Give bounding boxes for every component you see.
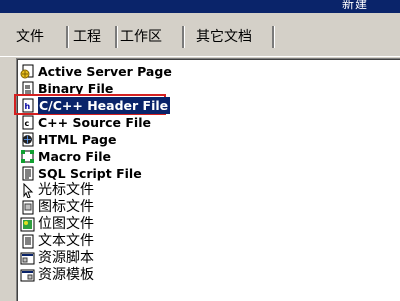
icon-file-icon [22,200,34,215]
list-item-label: Macro File [38,149,111,164]
list-item-label: 位图文件 [38,216,94,232]
list-item-label: 文本文件 [38,233,94,249]
cursor-file-icon [23,183,34,198]
list-item-label: 资源脚本 [38,250,94,266]
bitmap-file-icon [20,217,35,232]
tab-workspaces[interactable]: 工作区 [120,26,184,48]
list-item-label: 图标文件 [38,199,94,215]
tab-projects[interactable]: 工程 [73,26,117,48]
list-item-label: C++ Source File [38,115,151,130]
tab-other-documents[interactable]: 其它文档 [196,26,274,48]
list-item-label: 光标文件 [38,182,94,198]
resource-template-icon [20,269,35,282]
html-page-icon [22,132,34,147]
header-file-icon: h [22,98,34,113]
tab-files[interactable]: 文件 [16,26,68,48]
window-title: 新建 [341,0,368,11]
list-item-label: 资源模板 [38,267,94,283]
title-bar: 新建 [0,0,400,13]
tab-label: 工作区 [120,29,162,45]
list-item-label: HTML Page [38,132,117,147]
sql-script-icon [22,166,34,181]
file-type-list[interactable]: Active Server Page Binary File h C/C++ H… [14,58,400,301]
list-item-label: C/C++ Header File [38,97,171,114]
tab-label: 其它文档 [196,29,252,45]
tab-label: 文件 [16,29,44,45]
list-item-label: SQL Script File [38,166,142,181]
text-file-icon [22,234,34,249]
macro-file-icon [21,150,34,163]
asp-page-icon [20,64,34,79]
svg-text:c: c [25,119,30,128]
cpp-source-icon: c [22,115,34,130]
tab-label: 工程 [73,29,101,45]
resource-script-icon [20,252,35,265]
svg-text:h: h [25,102,31,111]
list-item-label: Active Server Page [38,64,172,79]
tab-strip: 文件 工程 工作区 其它文档 [0,20,400,58]
tab-divider [0,56,400,57]
